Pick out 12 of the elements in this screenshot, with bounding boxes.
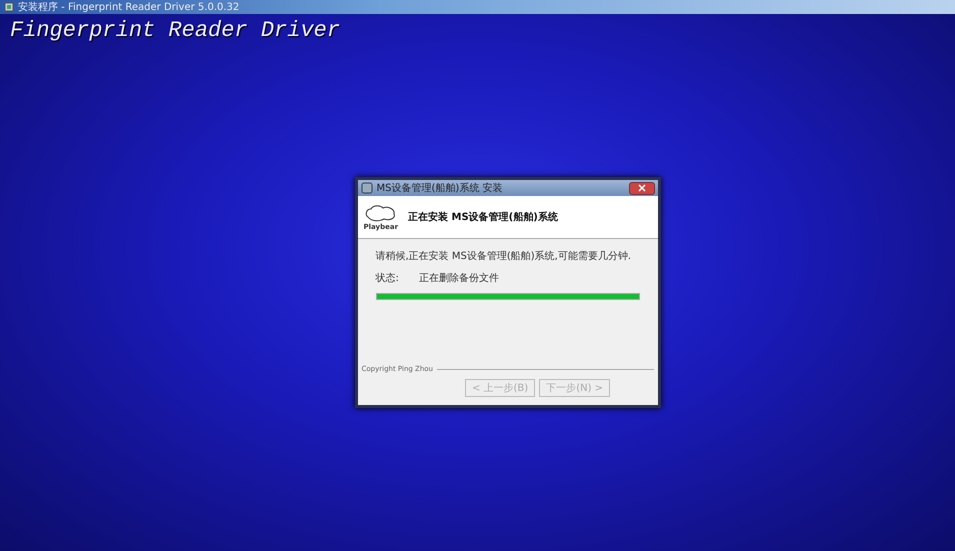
install-heading: 正在安装 MS设备管理(船舶)系统	[408, 210, 558, 224]
status-value: 正在删除备份文件	[418, 272, 499, 285]
setup-icon	[360, 182, 372, 194]
status-label: 状态:	[376, 272, 399, 285]
window-title: 安装程序 - Fingerprint Reader Driver 5.0.0.32	[18, 0, 240, 14]
close-button[interactable]	[628, 182, 654, 194]
cloud-logo-icon	[364, 203, 398, 223]
banner-title: Fingerprint Reader Driver	[9, 17, 342, 45]
install-message: 请稍候,正在安装 MS设备管理(船舶)系统,可能需要几分钟.	[376, 250, 632, 263]
dialog-title: MS设备管理(船舶)系统 安装	[376, 182, 504, 195]
installer-icon	[4, 2, 14, 12]
close-icon	[638, 184, 646, 192]
